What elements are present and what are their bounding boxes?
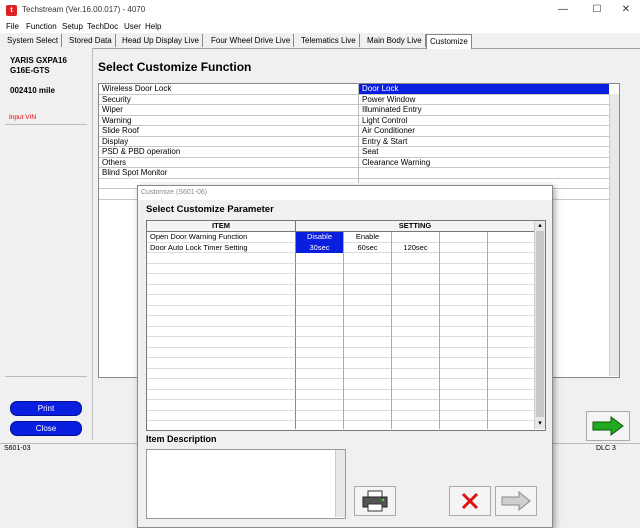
red-x-icon [461, 492, 479, 510]
menu-help[interactable]: Help [145, 22, 161, 31]
tab-customize[interactable]: Customize [426, 34, 472, 49]
dialog-title: Customize (S601-06) [138, 186, 552, 200]
item-description-box [146, 449, 346, 519]
menu-user[interactable]: User [124, 22, 141, 31]
chevron-down-icon[interactable]: ▾ [535, 419, 545, 428]
vehicle-model: YARIS GXPA16 [10, 56, 67, 65]
next-button[interactable] [586, 411, 630, 441]
function-item[interactable]: Wiper [99, 105, 359, 116]
app-icon: t [6, 5, 17, 16]
parameter-scrollbar[interactable]: ▴ ▾ [534, 221, 545, 429]
vehicle-engine: G16E-GTS [10, 66, 50, 75]
divider [5, 376, 87, 377]
parameter-item[interactable]: Open Door Warning Function [150, 232, 295, 243]
setting-option-selected[interactable]: 30sec [296, 242, 343, 253]
close-button[interactable]: Close [10, 421, 82, 436]
tab-stored-data[interactable]: Stored Data [66, 34, 116, 47]
setting-option[interactable]: 120sec [392, 243, 439, 254]
empty-row [359, 168, 609, 179]
function-item[interactable]: Blind Spot Monitor [99, 168, 359, 179]
parameter-grid: ITEM SETTING Open Door Warning Function … [146, 220, 546, 431]
input-vin-label[interactable]: Input VIN [9, 114, 36, 121]
screen-id: S601-03 [4, 445, 31, 452]
next-disabled-button[interactable] [495, 486, 537, 516]
tab-four-wheel-drive-live[interactable]: Four Wheel Drive Live [208, 34, 295, 47]
right-arrow-icon [592, 416, 624, 436]
item-column-header: ITEM [147, 221, 296, 232]
function-list-right: Door Lock Power Window Illuminated Entry… [359, 84, 609, 200]
right-arrow-icon [501, 490, 531, 512]
print-settings-button[interactable] [354, 486, 396, 516]
function-scrollbar[interactable] [609, 94, 619, 376]
function-item[interactable]: Power Window [359, 95, 609, 105]
function-item[interactable]: Display [99, 137, 359, 147]
function-item-selected[interactable]: Door Lock [359, 84, 609, 95]
setting-option[interactable]: Enable [344, 232, 391, 243]
page-title: Select Customize Function [98, 60, 252, 74]
tab-main-body-live[interactable]: Main Body Live [364, 34, 426, 47]
row-lines [147, 232, 534, 429]
function-list-left: Wireless Door Lock Security Wiper Warnin… [99, 84, 359, 200]
function-item[interactable]: Clearance Warning [359, 158, 609, 168]
setting-option[interactable]: 60sec [344, 243, 391, 254]
function-item[interactable]: Air Conditioner [359, 126, 609, 137]
maximize-button[interactable]: ☐ [585, 2, 609, 18]
setting-option-selected[interactable]: Disable [296, 232, 343, 243]
tab-telematics-live[interactable]: Telematics Live [298, 34, 360, 47]
function-item[interactable]: Security [99, 95, 359, 105]
tab-system-select[interactable]: System Select [4, 34, 63, 47]
vehicle-mileage: 002410 mile [10, 86, 55, 95]
menu-file[interactable]: File [6, 22, 19, 31]
column-divider [358, 83, 359, 183]
window-title: Techstream (Ver.16.00.017) - 4070 [22, 5, 146, 14]
chevron-up-icon[interactable]: ▴ [535, 221, 545, 230]
tab-head-up-display-live[interactable]: Head Up Display Live [119, 34, 203, 47]
function-item[interactable]: Slide Roof [99, 126, 359, 137]
menu-techdoc[interactable]: TechDoc [87, 22, 118, 31]
function-item[interactable]: Entry & Start [359, 137, 609, 147]
vehicle-info-panel: YARIS GXPA16 G16E-GTS 002410 mile Input … [0, 48, 93, 440]
customize-dialog: Customize (S601-06) Select Customize Par… [137, 185, 553, 528]
function-item[interactable]: Illuminated Entry [359, 105, 609, 116]
print-button[interactable]: Print [10, 401, 82, 416]
parameter-item[interactable]: Door Auto Lock Timer Setting [150, 243, 295, 254]
connection-status: DLC 3 [596, 445, 616, 452]
function-item[interactable]: PSD & PBD operation [99, 147, 359, 158]
description-scrollbar[interactable] [335, 450, 345, 517]
menu-setup[interactable]: Setup [62, 22, 83, 31]
close-window-button[interactable]: ✕ [614, 2, 638, 18]
setting-column-header: SETTING [296, 221, 534, 232]
function-item[interactable]: Seat [359, 147, 609, 158]
menu-function[interactable]: Function [26, 22, 57, 31]
menu-bar: File Function Setup TechDoc User Help [0, 21, 640, 33]
title-bar: t Techstream (Ver.16.00.017) - 4070 — ☐ … [0, 0, 640, 22]
dialog-heading: Select Customize Parameter [146, 204, 274, 215]
divider [5, 124, 87, 125]
scrollbar-thumb[interactable] [536, 231, 544, 417]
function-item[interactable]: Wireless Door Lock [99, 84, 359, 95]
minimize-button[interactable]: — [551, 2, 575, 18]
tab-bar: System Select Stored Data Head Up Displa… [0, 33, 640, 49]
item-description-label: Item Description [146, 434, 217, 444]
cancel-button[interactable] [449, 486, 491, 516]
function-item[interactable]: Light Control [359, 116, 609, 126]
function-item[interactable]: Warning [99, 116, 359, 126]
function-item[interactable]: Others [99, 158, 359, 168]
printer-icon [362, 490, 388, 512]
